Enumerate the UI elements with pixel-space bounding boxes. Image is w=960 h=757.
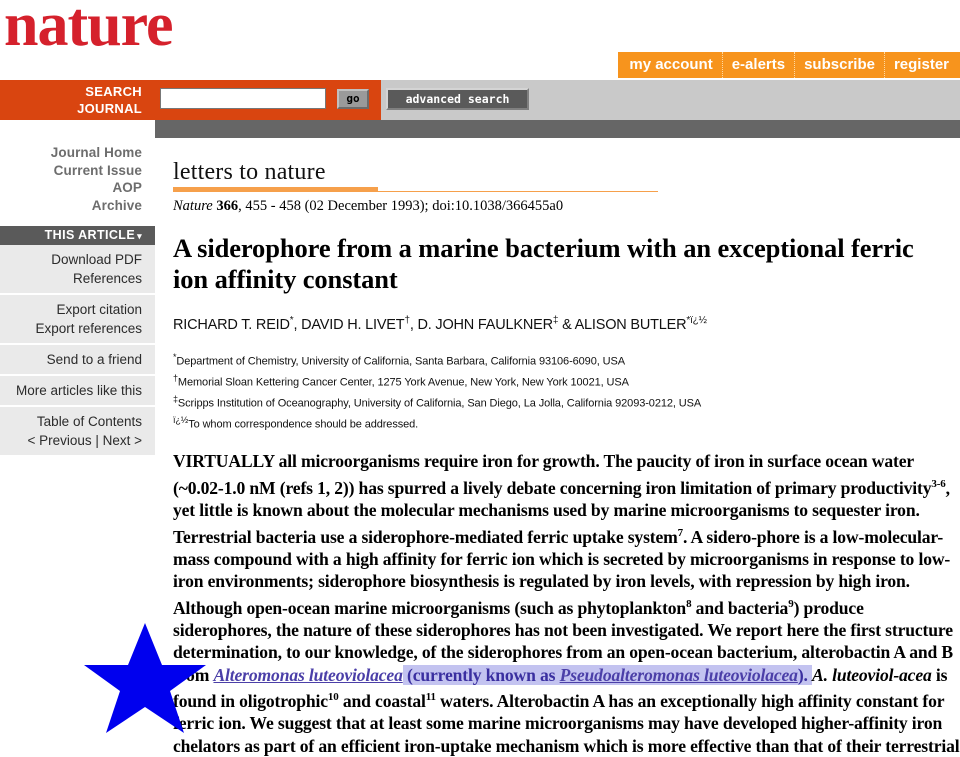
- top-nav-register[interactable]: register: [885, 52, 958, 78]
- search-input[interactable]: [160, 88, 326, 109]
- section-rule: [173, 187, 658, 194]
- species-link-alteromonas[interactable]: Alteromonas luteoviolacea: [213, 665, 402, 685]
- author-list: RICHARD T. REID*, DAVID H. LIVET†, D. JO…: [173, 312, 960, 334]
- sidebar-item-journal-home[interactable]: Journal Home: [0, 144, 142, 162]
- sidebar-item-prev-next[interactable]: < Previous | Next >: [0, 431, 142, 450]
- search-journal-label: SEARCH JOURNAL: [0, 80, 150, 120]
- citation-line: Nature 366, 455 - 458 (02 December 1993)…: [173, 198, 960, 215]
- search-go-button[interactable]: go: [337, 89, 369, 109]
- top-nav-my-account[interactable]: my account: [620, 52, 723, 78]
- affiliation-4-marker: ï¿½: [173, 415, 189, 426]
- abstract-paragraph: VIRTUALLY all microorganisms require iro…: [173, 450, 960, 757]
- sidebar-item-references[interactable]: References: [0, 269, 142, 288]
- sidebar-item-download-pdf[interactable]: Download PDF: [0, 250, 142, 269]
- section-heading: letters to nature: [173, 159, 326, 185]
- affiliation-1: *Department of Chemistry, University of …: [173, 349, 960, 370]
- citation-journal: Nature: [173, 198, 213, 214]
- sidebar-item-export-references[interactable]: Export references: [0, 319, 142, 338]
- affiliations-block: *Department of Chemistry, University of …: [173, 349, 960, 434]
- abstract-species-short: A. luteoviol-acea: [812, 664, 932, 685]
- search-label-line1: SEARCH: [85, 84, 142, 99]
- highlighted-text-open: (currently known as: [402, 664, 560, 685]
- article-content: letters to nature Nature 366, 455 - 458 …: [173, 138, 960, 756]
- species-link-pseudoalteromonas[interactable]: Pseudoalteromonas luteoviolacea: [559, 664, 798, 685]
- sidebar-group-related: More articles like this: [0, 376, 155, 407]
- page-body: Journal Home Current Issue AOP Archive T…: [0, 138, 960, 756]
- sidebar-group-contents: Table of Contents < Previous | Next >: [0, 407, 155, 455]
- advanced-search-button[interactable]: advanced search: [386, 88, 529, 110]
- sidebar-item-aop[interactable]: AOP: [0, 179, 142, 197]
- affiliation-2-text: Memorial Sloan Kettering Cancer Center, …: [177, 376, 629, 389]
- top-nav-subscribe[interactable]: subscribe: [795, 52, 885, 78]
- sidebar-item-current-issue[interactable]: Current Issue: [0, 162, 142, 180]
- gray-divider-bar: [155, 120, 960, 138]
- sidebar-item-send-to-a-friend[interactable]: Send to a friend: [0, 350, 142, 369]
- sidebar-item-more-articles-like-this[interactable]: More articles like this: [0, 381, 142, 400]
- abstract-ref-3-6: 3-6: [931, 477, 946, 490]
- affiliation-1-text: Department of Chemistry, University of C…: [176, 355, 625, 368]
- this-article-label: THIS ARTICLE: [44, 228, 136, 242]
- this-article-header[interactable]: THIS ARTICLE ▾: [0, 226, 155, 245]
- search-label-line2: JOURNAL: [77, 101, 142, 116]
- highlighted-text-close: ).: [797, 664, 813, 685]
- abstract-part-1: VIRTUALLY all microorganisms require iro…: [173, 451, 932, 498]
- chevron-down-icon: ▾: [137, 231, 142, 241]
- abstract-part-4: and bacteria: [691, 597, 789, 618]
- nature-logo[interactable]: nature: [4, 0, 174, 56]
- abstract-ref-10: 10: [327, 691, 339, 704]
- top-navigation-bar: my account e-alerts subscribe register: [618, 52, 960, 78]
- affiliation-4-text: To whom correspondence should be address…: [188, 418, 419, 431]
- sidebar-item-archive[interactable]: Archive: [0, 197, 142, 215]
- sidebar-item-table-of-contents[interactable]: Table of Contents: [0, 412, 142, 431]
- affiliation-3: ‡Scripps Institution of Oceanography, Un…: [173, 391, 960, 412]
- sidebar-group-article-tools: Download PDF References: [0, 245, 155, 295]
- page-title: A siderophore from a marine bacterium wi…: [173, 233, 914, 294]
- journal-navigation: Journal Home Current Issue AOP Archive: [0, 138, 155, 214]
- sidebar: Journal Home Current Issue AOP Archive T…: [0, 138, 155, 736]
- citation-pages: , 455 - 458 (02 December 1993); doi:10.1…: [238, 198, 564, 214]
- citation-volume: 366: [216, 198, 239, 214]
- abstract-part-7: and coastal: [338, 690, 426, 711]
- authors-text: RICHARD T. REID*, DAVID H. LIVET†, D. JO…: [173, 315, 707, 333]
- sidebar-item-export-citation[interactable]: Export citation: [0, 300, 142, 319]
- affiliation-2: †Memorial Sloan Kettering Cancer Center,…: [173, 370, 960, 391]
- masthead: nature my account e-alerts subscribe reg…: [0, 0, 960, 80]
- top-nav-e-alerts[interactable]: e-alerts: [723, 52, 796, 78]
- section-rule-thin: [173, 191, 658, 192]
- affiliation-4: ï¿½To whom correspondence should be addr…: [173, 412, 960, 433]
- sidebar-group-export: Export citation Export references: [0, 295, 155, 345]
- abstract-ref-11: 11: [425, 691, 436, 704]
- sidebar-group-share: Send to a friend: [0, 345, 155, 376]
- affiliation-3-text: Scripps Institution of Oceanography, Uni…: [177, 397, 702, 410]
